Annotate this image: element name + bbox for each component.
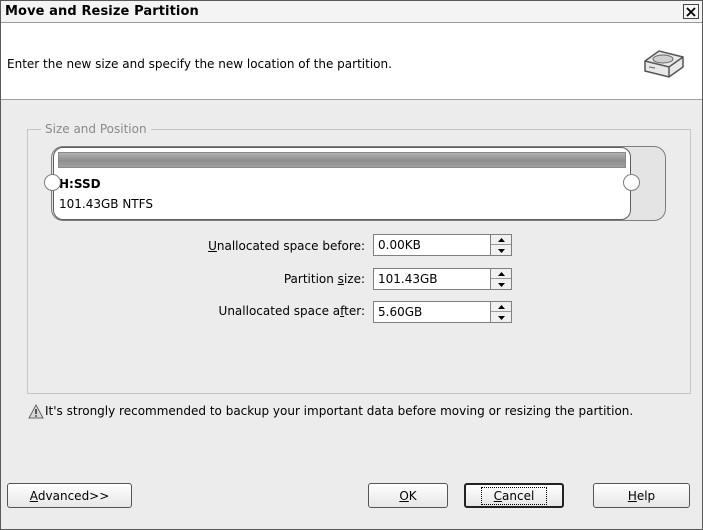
spin-down-arrow-icon <box>497 248 505 253</box>
spin-up-arrow-icon <box>497 271 505 276</box>
unallocated-after-label: Unallocated space after: <box>218 304 365 318</box>
warning-triangle-icon <box>28 404 44 419</box>
move-resize-dialog: Move and Resize Partition Enter the new … <box>0 0 703 530</box>
partition-name: H:SSD <box>59 177 101 191</box>
help-button[interactable]: Help <box>593 483 690 508</box>
partition-block[interactable]: H:SSD 101.43GB NTFS <box>53 147 631 220</box>
warning-message: It's strongly recommended to backup your… <box>45 404 634 418</box>
cancel-focus-rect: Cancel <box>480 486 548 505</box>
spin-up-arrow-icon <box>497 304 505 309</box>
partition-usage-bar <box>58 152 626 168</box>
title-bar[interactable]: Move and Resize Partition <box>1 1 702 23</box>
advanced-button[interactable]: Advanced>> <box>7 483 132 508</box>
ok-button[interactable]: OK <box>368 483 448 508</box>
partition-info: 101.43GB NTFS <box>59 197 153 211</box>
dialog-header: Enter the new size and specify the new l… <box>1 23 702 100</box>
spin-up-button[interactable] <box>491 269 511 279</box>
close-button[interactable] <box>683 4 699 19</box>
partition-size-input[interactable] <box>373 268 491 290</box>
unallocated-before-input[interactable] <box>373 234 491 256</box>
spin-down-button[interactable] <box>491 279 511 290</box>
dialog-title: Move and Resize Partition <box>5 4 199 19</box>
unallocated-after-input[interactable] <box>373 301 491 323</box>
spin-up-arrow-icon <box>497 237 505 242</box>
right-resize-handle[interactable] <box>623 174 640 191</box>
header-description: Enter the new size and specify the new l… <box>7 57 392 71</box>
disk-resize-icon <box>644 50 684 78</box>
spin-down-arrow-icon <box>497 315 505 320</box>
group-legend: Size and Position <box>41 122 151 136</box>
unallocated-after-spinner[interactable] <box>491 301 512 323</box>
left-resize-handle[interactable] <box>44 174 61 191</box>
spin-up-button[interactable] <box>491 302 511 312</box>
cancel-button[interactable]: Cancel <box>464 483 564 508</box>
spin-down-arrow-icon <box>497 282 505 287</box>
spin-up-button[interactable] <box>491 235 511 245</box>
unallocated-before-spinner[interactable] <box>491 234 512 256</box>
partition-size-spinner[interactable] <box>491 268 512 290</box>
spin-down-button[interactable] <box>491 312 511 323</box>
close-icon <box>686 6 696 17</box>
partition-size-label: Partition size: <box>283 272 365 286</box>
unallocated-before-label: Unallocated space before: <box>208 239 365 253</box>
spin-down-button[interactable] <box>491 245 511 256</box>
